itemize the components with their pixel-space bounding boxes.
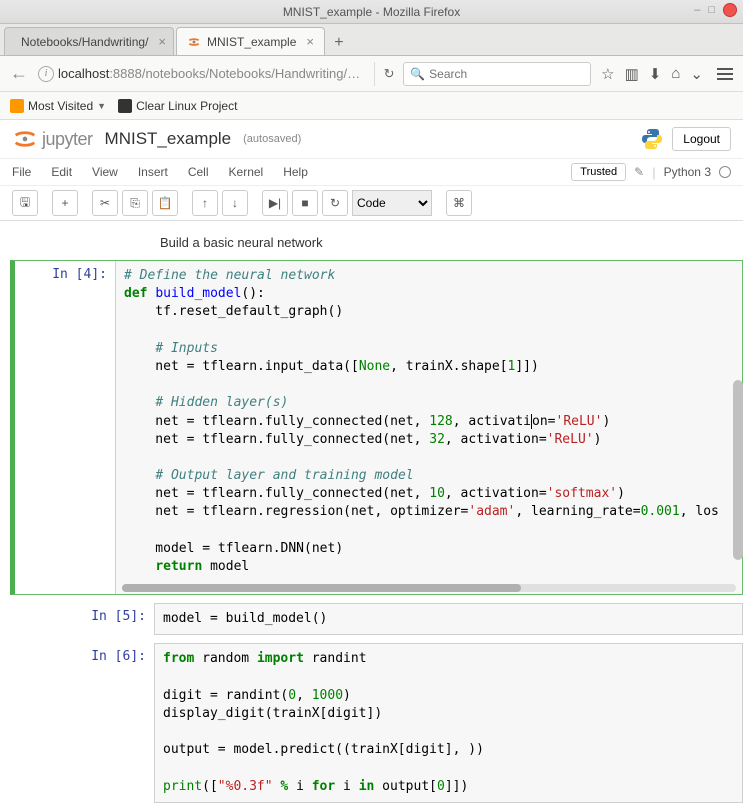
jupyter-favicon-icon: [187, 35, 201, 49]
code-editor[interactable]: model = build_model(): [155, 604, 742, 634]
search-icon: 🔍: [410, 67, 425, 81]
site-info-icon[interactable]: i: [38, 66, 54, 82]
jupyter-logo-icon: [12, 126, 38, 152]
reload-button[interactable]: ↻: [374, 62, 397, 86]
tab-close-icon[interactable]: ×: [306, 34, 314, 49]
copy-button[interactable]: ⎘: [122, 190, 148, 216]
move-up-button[interactable]: ↑: [192, 190, 218, 216]
kernel-name[interactable]: Python 3: [664, 165, 711, 179]
trusted-button[interactable]: Trusted: [571, 163, 626, 181]
close-icon[interactable]: [723, 3, 737, 17]
new-tab-button[interactable]: +: [327, 31, 351, 55]
url-text: localhost:8888/notebooks/Notebooks/Handw…: [58, 66, 368, 81]
cell-prompt: In [4]:: [15, 261, 115, 594]
vertical-scrollbar[interactable]: [733, 380, 743, 560]
browser-tab-notebook[interactable]: MNIST_example ×: [176, 27, 325, 55]
kernel-divider: |: [652, 165, 655, 180]
code-editor[interactable]: from random import randint digit = randi…: [155, 644, 742, 802]
menu-view[interactable]: View: [92, 165, 118, 179]
move-down-button[interactable]: ↓: [222, 190, 248, 216]
folder-icon: [10, 99, 24, 113]
menu-help[interactable]: Help: [283, 165, 308, 179]
menu-edit[interactable]: Edit: [51, 165, 72, 179]
notebook-name[interactable]: MNIST_example: [105, 129, 232, 149]
jupyter-toolbar: 🖫 + ✂ ⎘ 📋 ↑ ↓ ▶| ■ ↻ Code ⌘: [0, 186, 743, 221]
cut-button[interactable]: ✂: [92, 190, 118, 216]
tab-close-icon[interactable]: ×: [158, 34, 166, 49]
logout-button[interactable]: Logout: [672, 127, 731, 151]
code-cell-4[interactable]: In [4]: # Define the neural network def …: [10, 260, 743, 595]
pocket-icon[interactable]: ⌄: [690, 65, 703, 83]
menu-button[interactable]: [713, 64, 737, 84]
window-title: MNIST_example - Mozilla Firefox: [283, 5, 460, 19]
library-icon[interactable]: ▥: [625, 65, 639, 83]
back-button[interactable]: ←: [6, 63, 32, 84]
jupyter-header: jupyter MNIST_example (autosaved) Logout: [0, 120, 743, 158]
code-editor[interactable]: # Define the neural network def build_mo…: [115, 261, 742, 594]
restart-button[interactable]: ↻: [322, 190, 348, 216]
python-logo-icon: [640, 127, 664, 151]
browser-tab-folder[interactable]: Notebooks/Handwriting/ ×: [4, 27, 174, 55]
minimize-icon[interactable]: –: [694, 4, 700, 16]
save-button[interactable]: 🖫: [12, 190, 38, 216]
menu-kernel[interactable]: Kernel: [229, 165, 264, 179]
paste-button[interactable]: 📋: [152, 190, 178, 216]
menu-file[interactable]: File: [12, 165, 31, 179]
stop-button[interactable]: ■: [292, 190, 318, 216]
chevron-down-icon: ▼: [97, 101, 106, 111]
command-palette-button[interactable]: ⌘: [446, 190, 472, 216]
autosave-status: (autosaved): [243, 133, 301, 145]
add-cell-button[interactable]: +: [52, 190, 78, 216]
window-titlebar: MNIST_example - Mozilla Firefox – □: [0, 0, 743, 24]
maximize-icon[interactable]: □: [708, 4, 715, 16]
tab-label: MNIST_example: [207, 35, 296, 49]
search-box[interactable]: 🔍: [403, 62, 591, 86]
code-cell-5[interactable]: In [5]: model = build_model(): [10, 603, 743, 635]
menu-insert[interactable]: Insert: [138, 165, 168, 179]
tab-label: Notebooks/Handwriting/: [21, 35, 148, 49]
url-bar[interactable]: i localhost:8888/notebooks/Notebooks/Han…: [38, 66, 368, 82]
page-content: jupyter MNIST_example (autosaved) Logout…: [0, 120, 743, 808]
bookmark-star-icon[interactable]: ☆: [601, 65, 614, 83]
bookmark-clear-linux[interactable]: Clear Linux Project: [118, 99, 237, 113]
browser-tab-strip: Notebooks/Handwriting/ × MNIST_example ×…: [0, 24, 743, 56]
edit-icon[interactable]: ✎: [634, 165, 644, 179]
kernel-status-icon: [719, 166, 731, 178]
home-icon[interactable]: ⌂: [671, 65, 680, 83]
jupyter-logo[interactable]: jupyter: [12, 126, 93, 152]
nav-toolbar-icons: ☆ ▥ ⬇ ⌂ ⌄: [597, 65, 707, 83]
cell-prompt: In [6]:: [54, 643, 154, 803]
search-input[interactable]: [429, 67, 584, 81]
markdown-cell[interactable]: Build a basic neural network: [10, 231, 743, 260]
download-icon[interactable]: ⬇: [649, 65, 662, 83]
code-cell-6[interactable]: In [6]: from random import randint digit…: [10, 643, 743, 803]
run-button[interactable]: ▶|: [262, 190, 288, 216]
browser-nav-bar: ← i localhost:8888/notebooks/Notebooks/H…: [0, 56, 743, 92]
cell-prompt: In [5]:: [54, 603, 154, 635]
notebook-cells: Build a basic neural network In [4]: # D…: [0, 221, 743, 808]
bookmark-toolbar: Most Visited ▼ Clear Linux Project: [0, 92, 743, 120]
cell-type-select[interactable]: Code: [352, 190, 432, 216]
window-controls: – □: [694, 3, 737, 17]
site-icon: [118, 99, 132, 113]
menu-cell[interactable]: Cell: [188, 165, 209, 179]
bookmark-most-visited[interactable]: Most Visited ▼: [10, 99, 106, 113]
horizontal-scrollbar[interactable]: [122, 584, 736, 592]
jupyter-menubar: File Edit View Insert Cell Kernel Help T…: [0, 158, 743, 186]
